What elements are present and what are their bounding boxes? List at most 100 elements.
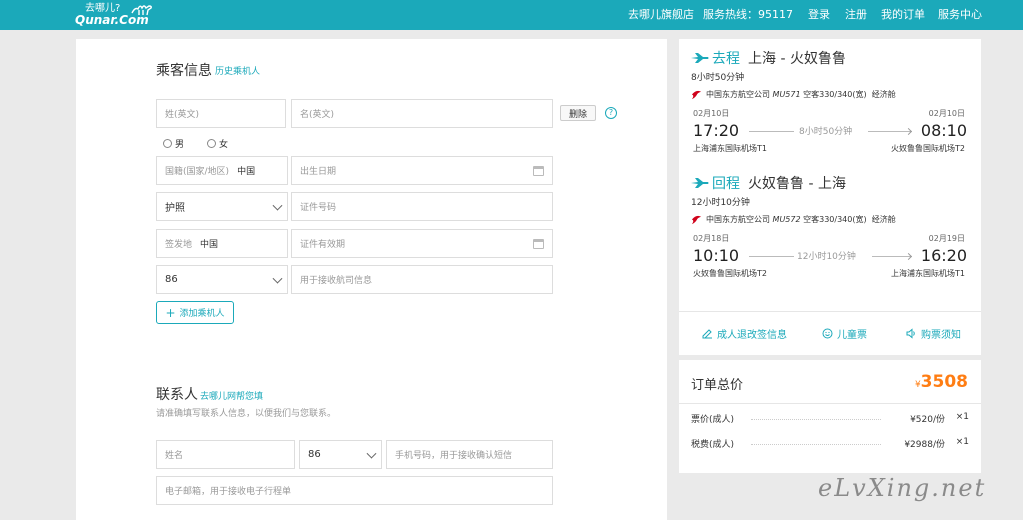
help-icon[interactable]: ? [605,107,617,119]
female-label: 女 [219,140,229,150]
contact-name-placeholder: 姓名 [165,451,184,461]
route-line [749,131,794,132]
total-price: 3508 [920,372,968,392]
store-link[interactable]: 去哪儿旗舰店 [628,0,694,30]
outbound-airline: 中国东方航空公司 [706,90,770,99]
delete-passenger-button[interactable]: 删除 [560,105,596,121]
surname-input[interactable]: 姓(英文) [156,99,286,128]
return-duration: 12小时10分钟 [691,198,750,208]
edit-icon [702,329,712,339]
outbound-route: 上海 - 火奴鲁鲁 [748,51,846,67]
divider [679,311,981,312]
qunar-logo[interactable]: 去哪儿? Qunar.Com [75,2,155,28]
plane-icon [691,178,709,188]
price-row-tax: 税费(成人) ¥2988/份 ×1 [691,437,969,451]
id-expiry-placeholder: 证件有效期 [300,240,346,250]
contact-email-input[interactable]: 电子邮箱，用于接收电子行程单 [156,476,553,505]
my-orders-link[interactable]: 我的订单 [881,0,925,30]
radio-circle-icon [163,139,172,148]
fare-qty: ×1 [955,412,969,422]
id-number-placeholder: 证件号码 [300,203,337,213]
login-link[interactable]: 登录 [808,0,830,30]
dotted-leader [751,419,881,420]
watermark: eLvXing.net [818,474,987,502]
return-cabin: 经济舱 [871,215,896,224]
service-center-link[interactable]: 服务中心 [938,0,982,30]
child-ticket-label: 儿童票 [837,330,867,341]
tax-amount: ¥2988/份 [904,440,945,450]
return-dep-date: 02月18日 [693,234,730,243]
return-flight-no: MU572 [772,215,801,224]
return-route: 火奴鲁鲁 - 上海 [748,176,846,192]
add-passenger-button[interactable]: + 添加乘机人 [156,301,234,324]
top-bar: 去哪儿? Qunar.Com 去哪儿旗舰店 服务热线：95117 登录 注册 我… [0,0,1023,30]
id-type-select[interactable]: 护照 [156,192,288,221]
phone-code-select[interactable]: 86 [156,265,288,294]
order-total-title: 订单总价 [691,378,744,393]
hotline-text: 服务热线：95117 [703,8,793,21]
contact-name-input[interactable]: 姓名 [156,440,295,469]
return-tag: 回程 [712,176,740,192]
issue-place-value: 中国 [200,240,219,250]
refund-info-link[interactable]: 成人退改签信息 [702,326,787,341]
calendar-icon[interactable] [533,238,544,249]
contact-mobile-placeholder: 手机号码，用于接收确认短信 [395,451,513,461]
contact-phone-code-select[interactable]: 86 [299,440,382,469]
return-trip: 回程 火奴鲁鲁 - 上海 12小时10分钟 中国东方航空公司 MU572 空客3… [691,173,971,283]
child-ticket-link[interactable]: 儿童票 [822,326,867,341]
tax-qty: ×1 [955,437,969,447]
passenger-phone-input[interactable]: 用于接收航司信息 [291,265,553,294]
purchase-notice-link[interactable]: 购票须知 [906,326,961,341]
contact-section-title: 联系人 [156,387,198,403]
china-eastern-logo-icon [691,215,702,225]
outbound-arr-airport: 火奴鲁鲁国际机场T2 [891,144,965,153]
outbound-flight-no: MU571 [772,90,801,99]
return-arr-airport: 上海浦东国际机场T1 [891,269,965,278]
camel-icon [131,5,152,16]
return-airline-row: 中国东方航空公司 MU572 空客330/340(宽) 经济舱 [691,214,896,225]
return-mid-duration: 12小时10分钟 [797,252,856,262]
radio-circle-icon [207,139,216,148]
history-passenger-link[interactable]: 历史乘机人 [215,64,260,77]
id-number-input[interactable]: 证件号码 [291,192,553,221]
outbound-header: 去程 上海 - 火奴鲁鲁 [691,48,846,68]
outbound-airline-row: 中国东方航空公司 MU571 空客330/340(宽) 经济舱 [691,89,896,100]
male-label: 男 [175,140,185,150]
chevron-down-icon [272,200,283,211]
contact-mobile-input[interactable]: 手机号码，用于接收确认短信 [386,440,553,469]
given-name-input[interactable]: 名(英文) [291,99,553,128]
issue-place-field[interactable]: 签发地 中国 [156,229,288,258]
outbound-mid-duration: 8小时50分钟 [799,127,853,137]
smiley-icon [822,328,833,339]
arrow-right-icon [904,127,913,135]
return-header: 回程 火奴鲁鲁 - 上海 [691,173,846,193]
id-expiry-input[interactable]: 证件有效期 [291,229,553,258]
outbound-duration: 8小时50分钟 [691,73,745,83]
outbound-cabin: 经济舱 [871,90,896,99]
auto-fill-link[interactable]: 去哪儿网帮您填 [200,389,263,402]
arrow-right-icon [904,252,913,260]
contact-hint: 请准确填写联系人信息，以便我们与您联系。 [156,409,337,419]
chevron-down-icon [366,448,377,459]
passenger-phone-placeholder: 用于接收航司信息 [300,276,373,286]
gender-female-radio[interactable]: 女 [207,137,228,150]
nationality-label: 国籍(国家/地区) [165,167,230,177]
price-row-fare: 票价(成人) ¥520/份 ×1 [691,412,969,426]
nationality-field[interactable]: 国籍(国家/地区) 中国 [156,156,288,185]
given-name-placeholder: 名(英文) [300,110,335,120]
return-arr-date: 02月19日 [928,234,965,243]
register-link[interactable]: 注册 [845,0,867,30]
gender-male-radio[interactable]: 男 [163,137,184,150]
return-dep-airport: 火奴鲁鲁国际机场T2 [693,269,767,278]
order-total-amount: ¥3508 [915,372,968,392]
birth-date-input[interactable]: 出生日期 [291,156,553,185]
outbound-arr-date: 02月10日 [928,109,965,118]
passenger-section-title: 乘客信息 [156,63,212,79]
add-passenger-label: 添加乘机人 [179,309,225,319]
china-eastern-logo-icon [691,90,702,100]
return-aircraft: 空客330/340(宽) [803,215,867,224]
contact-email-placeholder: 电子邮箱，用于接收电子行程单 [165,487,292,497]
price-summary-panel: 订单总价 ¥3508 票价(成人) ¥520/份 ×1 税费(成人) ¥2988… [679,360,981,473]
calendar-icon[interactable] [533,165,544,176]
fare-amount: ¥520/份 [910,415,945,425]
